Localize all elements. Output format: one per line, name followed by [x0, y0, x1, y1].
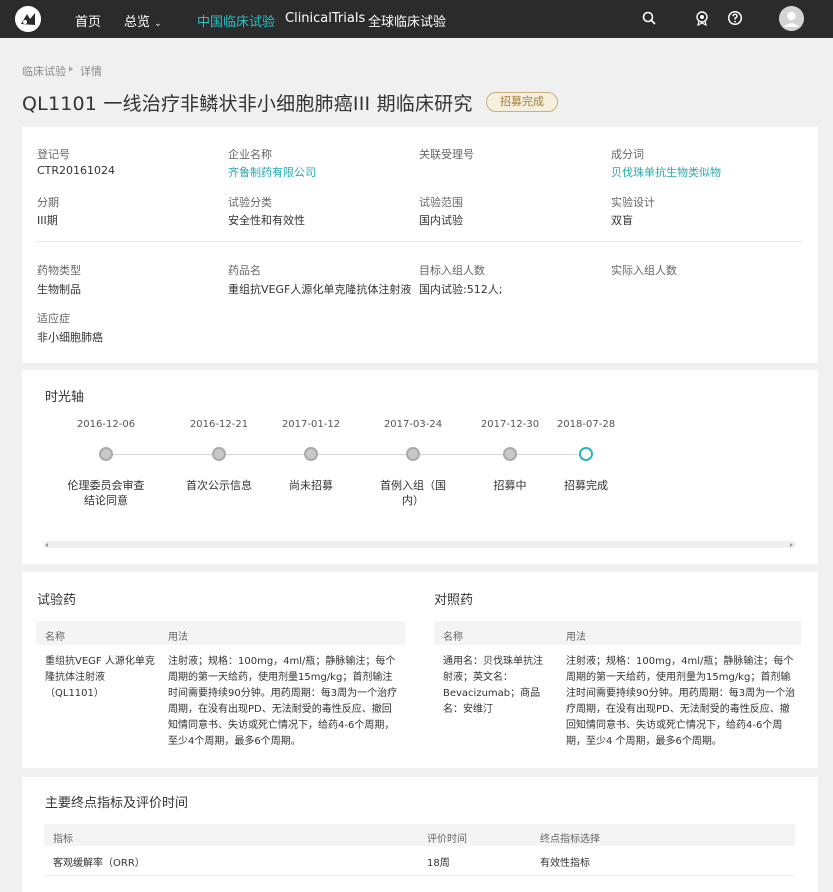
company-link[interactable]: 齐鲁制药有限公司 [228, 164, 316, 180]
scope-value: 国内试验 [419, 214, 463, 227]
timeline-event-label: 首次公示信息 [186, 479, 252, 492]
drug-type-label: 药物类型 [37, 264, 81, 277]
ingredient-label: 成分词 [611, 148, 644, 161]
control-drug-usage: 注射液；规格：100mg，4ml/瓶；静脉输注；每个周期的第一天给药，使用剂量为… [566, 656, 796, 747]
related-no-label: 关联受理号 [419, 148, 474, 161]
category-value: 安全性和有效性 [228, 214, 305, 227]
phase-value: III期 [37, 214, 58, 227]
info-divider [36, 241, 802, 242]
endpoint-type: 有效性指标 [540, 858, 590, 869]
page-title: QL1101 一线治疗非鳞状非小细胞肺癌III 期临床研究 [22, 93, 473, 115]
nav-overview-label: 总览 [124, 15, 151, 30]
test-drug-name-header: 名称 [45, 632, 65, 643]
nav-home[interactable]: 首页 [75, 11, 101, 30]
test-drug-usage: 注射液；规格：100mg，4ml/瓶；静脉输注；每个周期的第一天给药，使用剂量1… [168, 656, 398, 747]
indication-label: 适应症 [37, 312, 70, 325]
breadcrumb-current: 详情 [80, 65, 102, 78]
test-drug-usage-header: 用法 [168, 632, 188, 643]
control-drug-table-header [434, 621, 801, 645]
endpoint-indicator: 客观缓解率（ORR） [53, 858, 145, 869]
breadcrumb-root[interactable]: 临床试验 [22, 63, 66, 79]
timeline-date: 2017-03-24 [383, 419, 443, 430]
endpoint-col-type: 终点指标选择 [540, 834, 600, 845]
endpoints-title: 主要终点指标及评价时间 [45, 796, 189, 811]
control-drug-title: 对照药 [434, 593, 474, 608]
test-drug-table-header [36, 621, 405, 645]
control-drug-name: 通用名：贝伐珠单抗注射液；英文名：Bevacizumab；商品名：安维汀 [443, 656, 543, 715]
timeline-dot[interactable] [99, 447, 113, 461]
company-label: 企业名称 [228, 148, 272, 161]
timeline-date: 2016-12-06 [76, 419, 136, 430]
timeline-dot[interactable] [212, 447, 226, 461]
category-label: 试验分类 [228, 196, 272, 209]
status-badge: 招募完成 [486, 92, 558, 112]
scope-label: 试验范围 [419, 196, 463, 209]
trial-info-card [22, 127, 818, 363]
ingredient-link[interactable]: 贝伐珠单抗生物类似物 [611, 164, 721, 180]
site-logo-icon[interactable] [15, 6, 41, 32]
target-enroll-value: 国内试验:512人; [419, 283, 503, 296]
timeline-date: 2016-12-21 [189, 419, 249, 430]
nav-overview[interactable]: 总览 ⌄ [124, 11, 162, 30]
timeline-card [22, 370, 818, 564]
timeline-dot[interactable] [406, 447, 420, 461]
design-label: 实验设计 [611, 196, 655, 209]
actual-enroll-label: 实际入组人数 [611, 264, 677, 277]
nav-global-trials[interactable]: 全球临床试验 [368, 11, 446, 30]
reg-no-value: CTR20161024 [37, 164, 116, 177]
control-drug-name-header: 名称 [443, 632, 463, 643]
user-avatar[interactable] [779, 6, 804, 31]
nav-china-trials[interactable]: 中国临床试验 [197, 11, 275, 30]
timeline-title: 时光轴 [45, 390, 85, 405]
reg-no-label: 登记号 [37, 148, 70, 161]
top-nav-bar: 首页 总览 ⌄ 中国临床试验 ClinicalTrials 全球临床试验 [0, 0, 833, 38]
help-icon[interactable] [727, 10, 743, 26]
nav-clinical-trials[interactable]: ClinicalTrials [285, 11, 365, 26]
endpoint-time: 18周 [427, 858, 450, 869]
drug-type-value: 生物制品 [37, 283, 81, 296]
timeline-date: 2017-01-12 [281, 419, 341, 430]
timeline-event-label: 首例入组（国内） [380, 479, 446, 507]
timeline-event-label: 招募完成 [564, 479, 608, 492]
timeline-date: 2018-07-28 [556, 419, 616, 430]
drug-name-value: 重组抗VEGF人源化单克隆抗体注射液 [228, 283, 412, 296]
chevron-down-icon: ⌄ [154, 19, 162, 29]
scroll-left-icon[interactable] [45, 543, 48, 547]
endpoint-col-time: 评价时间 [427, 834, 467, 845]
endpoint-col-indicator: 指标 [53, 834, 73, 845]
endpoint-row-divider [44, 875, 795, 876]
timeline-event-label: 尚未招募 [289, 479, 333, 492]
scroll-right-icon[interactable] [790, 543, 793, 547]
test-drug-title: 试验药 [37, 593, 77, 608]
timeline-scrollbar[interactable] [44, 541, 796, 548]
drug-name-label: 药品名 [228, 264, 261, 277]
endpoints-table-header [44, 824, 795, 846]
badge-icon[interactable] [694, 10, 710, 26]
timeline-event-label: 伦理委员会审查结论同意 [67, 479, 145, 507]
design-value: 双盲 [611, 214, 633, 227]
timeline-dot-current[interactable] [579, 447, 593, 461]
target-enroll-label: 目标入组人数 [419, 264, 485, 277]
test-drug-name: 重组抗VEGF 人源化单克隆抗体注射液（QL1101） [45, 656, 155, 699]
timeline-date: 2017-12-30 [480, 419, 540, 430]
timeline-dot[interactable] [304, 447, 318, 461]
timeline-dot[interactable] [503, 447, 517, 461]
search-icon[interactable] [641, 10, 657, 26]
timeline-event-label: 招募中 [493, 479, 527, 492]
indication-value: 非小细胞肺癌 [37, 331, 103, 344]
phase-label: 分期 [37, 196, 59, 209]
control-drug-usage-header: 用法 [566, 632, 586, 643]
breadcrumb-arrow-icon [69, 66, 73, 72]
